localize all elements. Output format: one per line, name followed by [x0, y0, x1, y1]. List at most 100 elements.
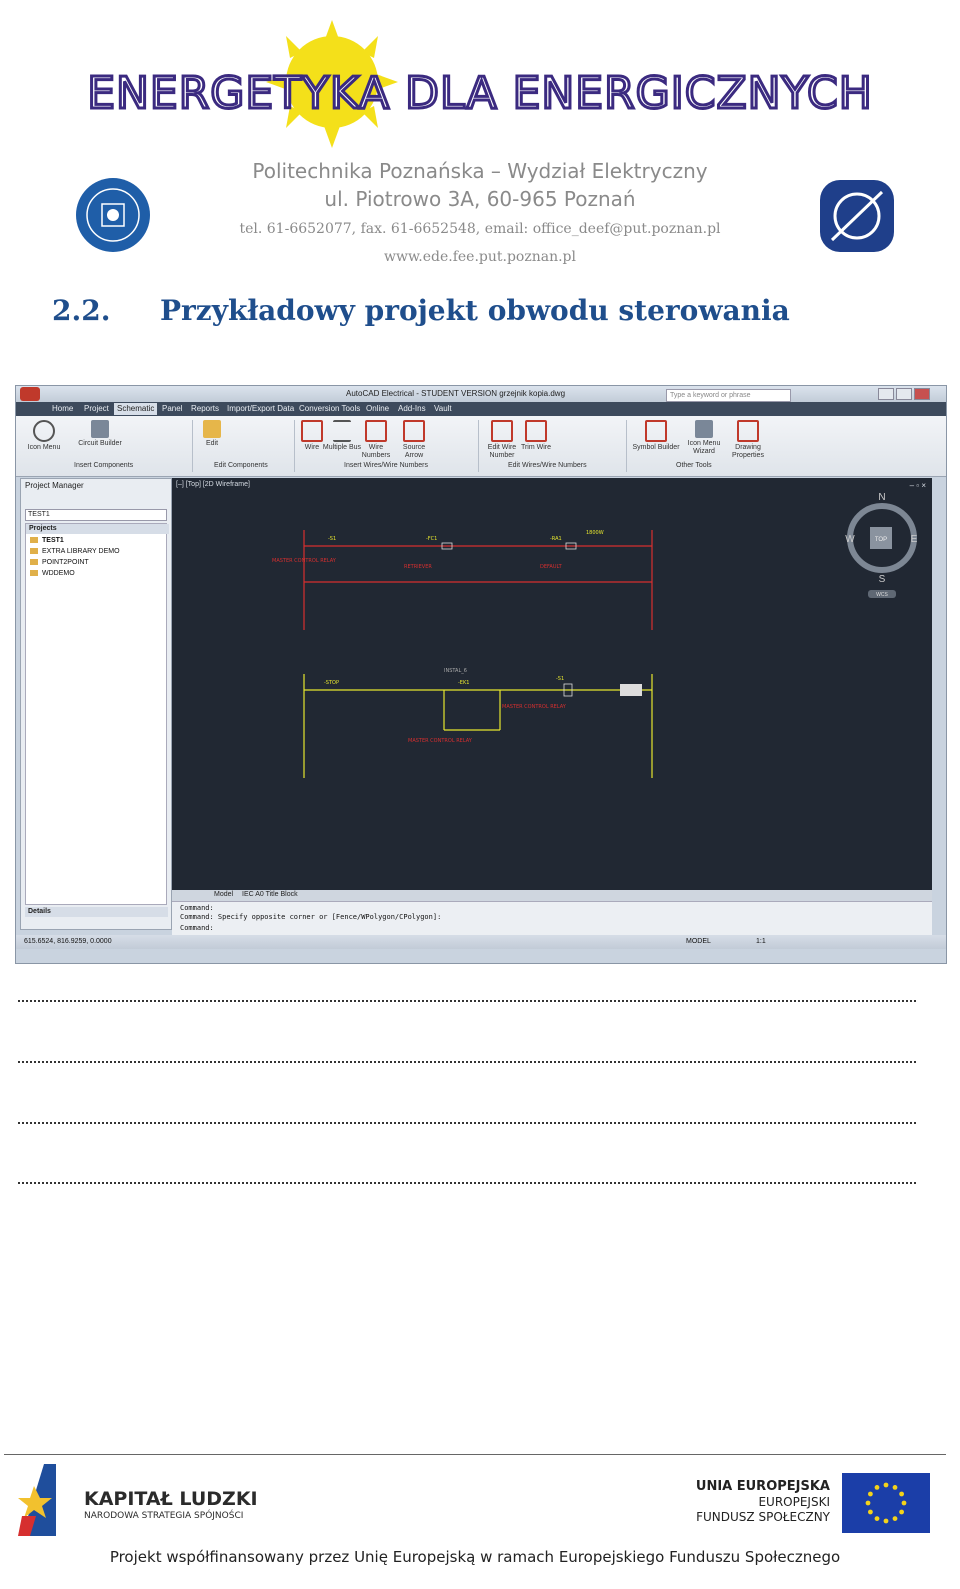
univ-contact: tel. 61-6652077, fax. 61-6652548, email:…: [239, 221, 721, 237]
eu-star-icon: [899, 1509, 904, 1515]
edit-icon: [203, 420, 221, 438]
section-title: Przykładowy projekt obwodu sterowania: [160, 294, 790, 327]
eu-star-icon: [874, 1516, 880, 1521]
tree-item[interactable]: POINT2POINT: [30, 559, 89, 566]
window-titlebar: AutoCAD Electrical - STUDENT VERSION grz…: [16, 386, 946, 402]
model-toggle[interactable]: MODEL: [686, 938, 711, 945]
univ-address: ul. Piotrowo 3A, 60-965 Poznań: [324, 187, 636, 211]
wcs-button[interactable]: WCS: [876, 592, 888, 598]
tree-item[interactable]: TEST1: [30, 537, 64, 544]
tab-vault[interactable]: Vault: [434, 404, 452, 413]
project-logo: ENERGETYKA DLA ENERGICZNYCH: [86, 20, 873, 148]
autocad-screenshot: AutoCAD Electrical - STUDENT VERSION grz…: [15, 385, 947, 964]
eu-line3: FUNDUSZ SPOŁECZNY: [696, 1510, 830, 1524]
viewcube-south[interactable]: S: [879, 574, 886, 585]
command-line[interactable]: Command: Command: Specify opposite corne…: [172, 901, 932, 935]
group-insert-components[interactable]: Insert Components: [74, 462, 133, 469]
tab-schematic[interactable]: Schematic: [114, 403, 158, 415]
application-button[interactable]: [20, 387, 40, 401]
edit-button[interactable]: Edit: [192, 420, 232, 448]
wire-numbers-icon: [365, 420, 387, 442]
icon-menu-button[interactable]: Icon Menu: [24, 420, 64, 452]
kapital-ludzki-title: KAPITAŁ LUDZKI: [84, 1488, 258, 1510]
wire-icon: [301, 420, 323, 442]
source-arrow-button[interactable]: Source Arrow: [394, 420, 434, 460]
eu-star-icon: [883, 1482, 889, 1488]
tab-add-ins[interactable]: Add-Ins: [398, 404, 426, 413]
minimize-button[interactable]: [878, 388, 894, 400]
schematic-label: MASTER CONTROL RELAY: [408, 738, 473, 744]
schematic-label: -FC1: [426, 536, 437, 542]
university-seal: [76, 178, 150, 252]
drawing-canvas[interactable]: [–] [Top] [2D Wireframe] – ▫ × MASTER CO…: [172, 478, 932, 890]
viewcube[interactable]: TOP N S E W WCS: [845, 492, 918, 598]
eu-star-icon: [865, 1500, 871, 1506]
group-edit-wires[interactable]: Edit Wires/Wire Numbers: [508, 462, 587, 469]
project-manager-toolbar[interactable]: [23, 491, 169, 505]
tab-online[interactable]: Online: [366, 404, 389, 413]
group-insert-wires[interactable]: Insert Wires/Wire Numbers: [344, 462, 428, 469]
tab-import-export[interactable]: Import/Export Data: [227, 404, 294, 413]
icon-menu-wizard-icon: [695, 420, 713, 438]
university-info: Politechnika Poznańska – Wydział Elektry…: [200, 158, 760, 271]
maximize-button[interactable]: [896, 388, 912, 400]
drawing-properties-icon: [737, 420, 759, 442]
tab-panel[interactable]: Panel: [162, 404, 182, 413]
window-title: AutoCAD Electrical - STUDENT VERSION grz…: [346, 389, 566, 398]
eu-star-icon: [874, 1485, 880, 1490]
project-manager-panel: Project Manager TEST1 Projects TEST1 EXT…: [20, 478, 172, 930]
folder-icon: [30, 570, 38, 577]
eu-star-icon: [899, 1491, 904, 1497]
section-heading: 2.2. Przykładowy projekt obwodu sterowani…: [52, 294, 790, 327]
ribbon-separator: [478, 420, 479, 472]
symbol-builder-button[interactable]: Symbol Builder: [628, 420, 684, 452]
univ-website: www.ede.fee.put.poznan.pl: [383, 249, 576, 265]
project-tree: Projects TEST1 EXTRA LIBRARY DEMO POINT2…: [25, 523, 169, 905]
search-input[interactable]: Type a keyword or phrase: [666, 389, 791, 402]
tab-reports[interactable]: Reports: [191, 404, 219, 413]
tab-title-block[interactable]: IEC A0 Title Block: [242, 891, 298, 898]
command-input[interactable]: Command:: [180, 924, 214, 932]
tab-home[interactable]: Home: [52, 404, 73, 413]
viewcube-north[interactable]: N: [878, 492, 885, 503]
layout-tabs: Model IEC A0 Title Block: [172, 890, 932, 901]
schematic-label: -S1: [328, 536, 336, 542]
wire-numbers-button[interactable]: Wire Numbers: [356, 420, 396, 460]
answer-line: [18, 1182, 916, 1184]
viewcube-east[interactable]: E: [911, 534, 918, 545]
tree-item[interactable]: EXTRA LIBRARY DEMO: [30, 548, 120, 555]
close-button[interactable]: [914, 388, 930, 400]
project-select[interactable]: TEST1: [25, 509, 167, 521]
eu-star-icon: [868, 1509, 873, 1515]
group-other-tools[interactable]: Other Tools: [676, 462, 712, 469]
viewcube-top[interactable]: TOP: [875, 537, 887, 543]
multiple-bus-icon: [333, 420, 351, 442]
funding-note: Projekt współfinansowany przez Unię Euro…: [109, 1548, 841, 1566]
symbol-builder-icon: [645, 420, 667, 442]
source-arrow-icon: [403, 420, 425, 442]
group-edit-components[interactable]: Edit Components: [214, 462, 268, 469]
tree-item[interactable]: WDDEMO: [30, 570, 75, 577]
viewcube-west[interactable]: W: [845, 534, 855, 545]
annotation-scale[interactable]: 1:1: [756, 938, 766, 945]
panel-title: Project Manager: [25, 481, 84, 490]
icon-menu-wizard-button[interactable]: Icon Menu Wizard: [684, 420, 724, 456]
answer-line: [18, 1061, 916, 1063]
edit-wire-number-icon: [491, 420, 513, 442]
details-header[interactable]: Details: [25, 907, 168, 917]
answer-line: [18, 1122, 916, 1124]
schematic-label: INSTAL_6: [444, 668, 467, 674]
icon-menu-icon: [33, 420, 55, 442]
tab-model[interactable]: Model: [214, 891, 233, 898]
drawing-properties-button[interactable]: Drawing Properties: [728, 420, 768, 460]
schematic-label: -EK1: [458, 680, 469, 686]
trim-wire-button[interactable]: Trim Wire: [516, 420, 556, 452]
tab-conversion-tools[interactable]: Conversion Tools: [299, 404, 360, 413]
schematic-label: RETRIEVER: [404, 564, 432, 570]
eu-text: UNIA EUROPEJSKA EUROPEJSKI FUNDUSZ SPOŁE…: [640, 1478, 830, 1525]
kapital-ludzki-logo-icon: [18, 1464, 56, 1536]
command-history-line: Command: Specify opposite corner or [Fen…: [180, 913, 442, 921]
circuit-builder-button[interactable]: Circuit Builder: [76, 420, 124, 448]
schematic-label: -STOP: [324, 680, 339, 686]
tab-project[interactable]: Project: [84, 404, 109, 413]
